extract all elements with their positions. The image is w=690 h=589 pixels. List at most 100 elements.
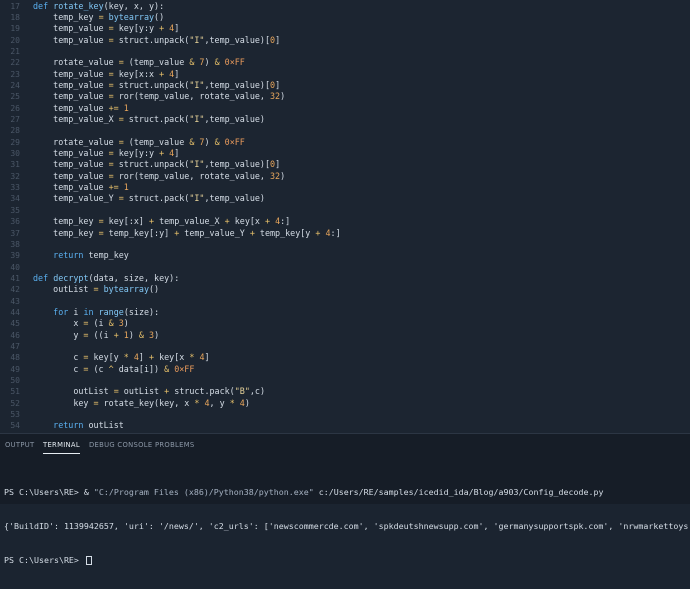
code-text: y = ((i + 1) & 3) bbox=[33, 329, 160, 340]
script-path: c:/Users/RE/samples/icedid_ida/Blog/a903… bbox=[313, 486, 604, 497]
code-text: temp_value += 1 bbox=[33, 102, 129, 113]
code-text: outList = bytearray() bbox=[33, 284, 160, 295]
line-number: 48 bbox=[10, 353, 20, 363]
code-text: temp_value = key[y:y + 4] bbox=[33, 148, 180, 159]
code-line: 43 bbox=[0, 296, 690, 307]
code-line: 51 outList = outList + struct.pack("B",c… bbox=[0, 386, 690, 397]
line-number: 28 bbox=[10, 126, 20, 136]
line-number: 17 bbox=[10, 1, 20, 11]
code-text: temp_key = key[:x] + temp_value_X + key[… bbox=[33, 216, 291, 227]
line-number: 34 bbox=[10, 194, 20, 204]
code-line: 39 return temp_key bbox=[0, 250, 690, 261]
line-number: 24 bbox=[10, 80, 20, 90]
code-text: c = key[y * 4] + key[x * 4] bbox=[33, 352, 210, 363]
code-line: 54 return outList bbox=[0, 420, 690, 431]
code-line: 30 temp_value = key[y:y + 4] bbox=[0, 148, 690, 159]
code-line: 28 bbox=[0, 125, 690, 136]
terminal-prompt: PS C:\Users\RE> bbox=[4, 555, 84, 566]
code-line: 25 temp_value = ror(temp_value, rotate_v… bbox=[0, 91, 690, 102]
line-number: 29 bbox=[10, 137, 20, 147]
line-number: 42 bbox=[10, 285, 20, 295]
bottom-panel: OUTPUT TERMINAL DEBUG CONSOLE PROBLEMS P… bbox=[0, 433, 690, 566]
code-text: x = (i & 3) bbox=[33, 318, 129, 329]
code-text: rotate_value = (temp_value & 7) & 0×FF bbox=[33, 57, 245, 68]
code-line: 22 rotate_value = (temp_value & 7) & 0×F… bbox=[0, 57, 690, 68]
line-number: 22 bbox=[10, 58, 20, 68]
code-text: temp_value = ror(temp_value, rotate_valu… bbox=[33, 170, 286, 181]
line-number: 46 bbox=[10, 330, 20, 340]
code-text: return outList bbox=[53, 420, 124, 431]
code-line: 36 temp_key = key[:x] + temp_value_X + k… bbox=[0, 216, 690, 227]
code-line: 45 x = (i & 3) bbox=[0, 318, 690, 329]
line-number: 50 bbox=[10, 376, 20, 386]
line-number: 38 bbox=[10, 239, 20, 249]
line-number: 20 bbox=[10, 35, 20, 45]
code-text: temp_value = ror(temp_value, rotate_valu… bbox=[33, 91, 286, 102]
code-line: 42 outList = bytearray() bbox=[0, 284, 690, 295]
line-number: 35 bbox=[10, 205, 20, 215]
code-text: temp_value = key[x:x + 4] bbox=[33, 68, 180, 79]
code-line: 37 temp_key = temp_key[:y] + temp_value_… bbox=[0, 228, 690, 239]
code-line: 40 bbox=[0, 262, 690, 273]
code-text: temp_value_Y = struct.pack("I",temp_valu… bbox=[33, 193, 265, 204]
line-number: 25 bbox=[10, 92, 20, 102]
code-line: 24 temp_value = struct.unpack("I",temp_v… bbox=[0, 80, 690, 91]
code-text: rotate_value = (temp_value & 7) & 0×FF bbox=[33, 136, 245, 147]
line-number: 40 bbox=[10, 262, 20, 272]
code-line: 44 for i in range(size): bbox=[0, 307, 690, 318]
line-number: 18 bbox=[10, 12, 20, 22]
code-text: c = (c ^ data[i]) & 0×FF bbox=[33, 363, 195, 374]
terminal-output-line: {'BuildID': 1139942657, 'uri': '/news/',… bbox=[4, 521, 690, 532]
terminal-output[interactable]: PS C:\Users\RE> & "C:/Program Files (x86… bbox=[4, 464, 690, 589]
line-number: 53 bbox=[10, 410, 20, 420]
code-text: temp_value = struct.unpack("I",temp_valu… bbox=[33, 34, 281, 45]
code-text: temp_value = struct.unpack("I",temp_valu… bbox=[33, 159, 281, 170]
code-line: 17 def rotate_key(key, x, y): bbox=[0, 1, 690, 12]
code-text: key = rotate_key(key, x * 4, y * 4) bbox=[33, 397, 250, 408]
line-number: 33 bbox=[10, 183, 20, 193]
code-editor[interactable]: 17 def rotate_key(key, x, y): 18 temp_key … bbox=[0, 0, 690, 433]
line-number: 36 bbox=[10, 217, 20, 227]
code-line: 26 temp_value += 1 bbox=[0, 103, 690, 114]
code-line: 49 c = (c ^ data[i]) & 0×FF bbox=[0, 364, 690, 375]
line-number: 51 bbox=[10, 387, 20, 397]
tab-output[interactable]: OUTPUT bbox=[5, 441, 35, 453]
line-number: 32 bbox=[10, 171, 20, 181]
code-line: 23 temp_value = key[x:x + 4] bbox=[0, 69, 690, 80]
code-line: 32 temp_value = ror(temp_value, rotate_v… bbox=[0, 171, 690, 182]
line-number: 23 bbox=[10, 69, 20, 79]
code-text: temp_value_X = struct.pack("I",temp_valu… bbox=[33, 114, 265, 124]
code-line: 53 bbox=[0, 409, 690, 420]
line-number: 26 bbox=[10, 103, 20, 113]
line-number: 47 bbox=[10, 342, 20, 351]
code-line: 52 key = rotate_key(key, x * 4, y * 4) bbox=[0, 398, 690, 409]
code-line: 35 bbox=[0, 205, 690, 216]
code-line: 48 c = key[y * 4] + key[x * 4] bbox=[0, 352, 690, 363]
terminal-cursor bbox=[85, 556, 92, 566]
line-number: 39 bbox=[10, 251, 20, 261]
code-line: 38 bbox=[0, 239, 690, 250]
terminal-line: PS C:\Users\RE> bbox=[4, 555, 690, 566]
code-line: 50 bbox=[0, 375, 690, 386]
line-number: 27 bbox=[10, 115, 20, 124]
line-number: 54 bbox=[10, 421, 20, 431]
code-line: 41 def decrypt(data, size, key): bbox=[0, 273, 690, 284]
line-number: 52 bbox=[10, 398, 20, 408]
code-text: temp_value += 1 bbox=[33, 182, 129, 193]
line-number: 44 bbox=[10, 307, 20, 317]
line-number: 31 bbox=[10, 160, 20, 170]
python-exe-path: "C:/Program Files (x86)/Python38/python.… bbox=[93, 486, 314, 497]
tab-debug-console[interactable]: DEBUG CONSOLE bbox=[89, 441, 152, 453]
tab-problems[interactable]: PROBLEMS bbox=[155, 441, 195, 453]
panel-tabs: OUTPUT TERMINAL DEBUG CONSOLE PROBLEMS bbox=[0, 434, 690, 458]
line-number: 45 bbox=[10, 319, 20, 329]
terminal-prompt: PS C:\Users\RE> & bbox=[4, 486, 94, 497]
code-line: 29 rotate_value = (temp_value & 7) & 0×F… bbox=[0, 137, 690, 148]
tab-terminal[interactable]: TERMINAL bbox=[43, 441, 80, 454]
code-text: temp_value = key[y:y + 4] bbox=[33, 23, 180, 34]
line-number: 19 bbox=[10, 24, 20, 34]
code-text: def rotate_key(key, x, y): bbox=[33, 0, 165, 11]
code-line: 33 temp_value += 1 bbox=[0, 182, 690, 193]
code-line: 47 bbox=[0, 341, 690, 352]
code-line: 31 temp_value = struct.unpack("I",temp_v… bbox=[0, 159, 690, 170]
